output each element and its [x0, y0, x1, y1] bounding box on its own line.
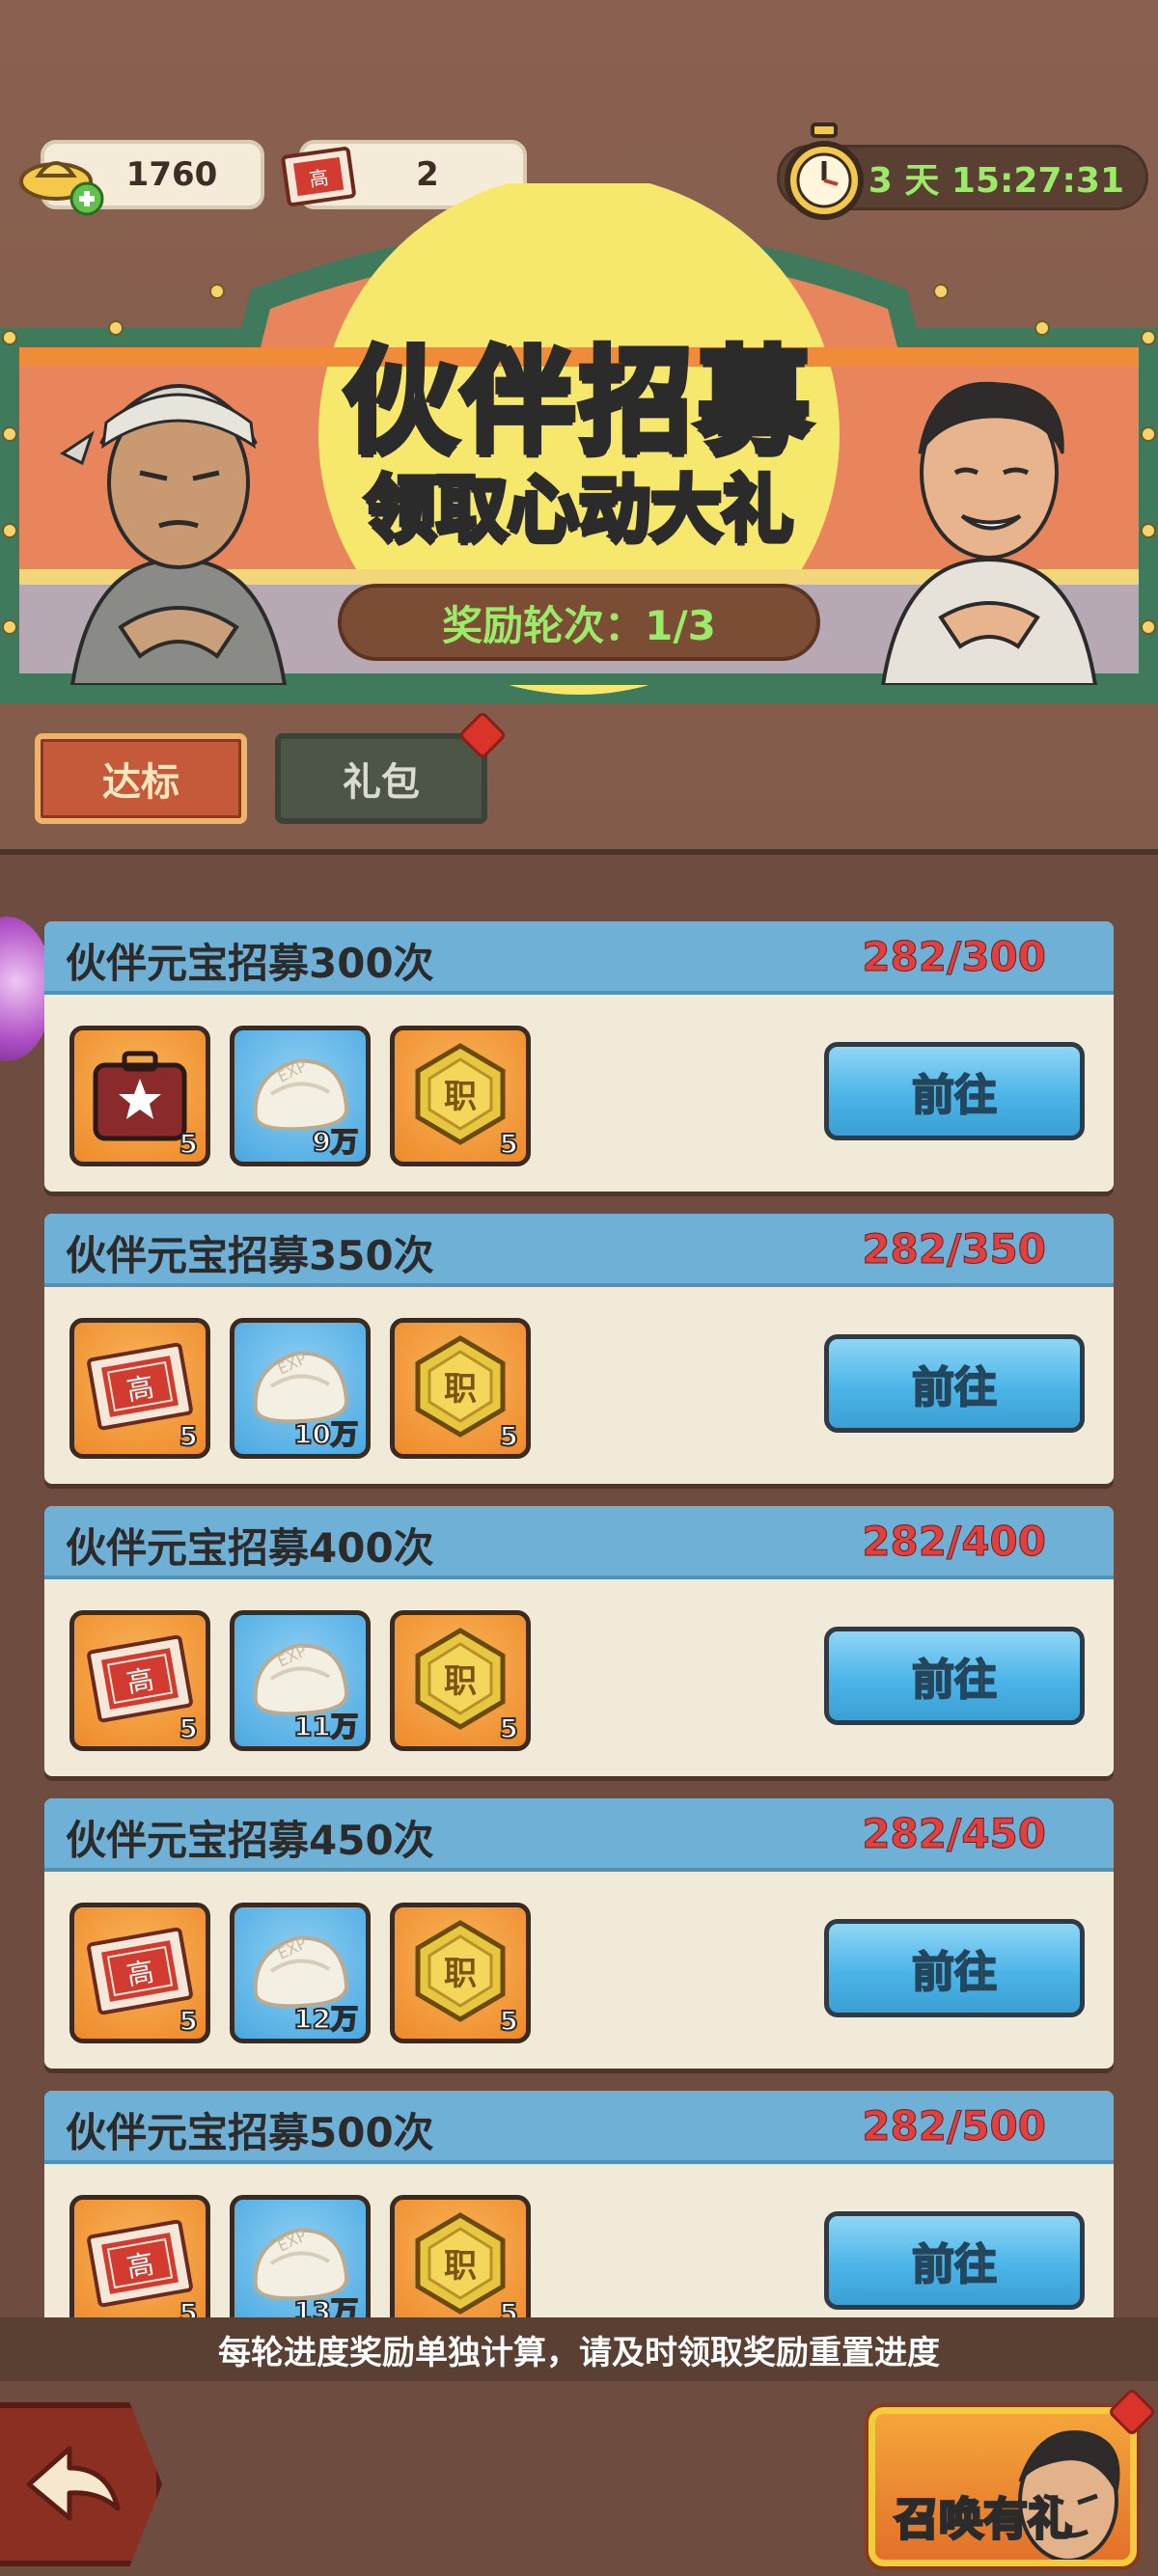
- task-card-header: 伙伴元宝招募500次 282/500: [44, 2091, 1114, 2164]
- reward-round-indicator: 奖励轮次：1/3: [338, 584, 820, 661]
- svg-text:职: 职: [444, 2247, 477, 2286]
- task-progress: 282/400: [862, 1518, 1047, 1566]
- reward-count: 5: [498, 1419, 519, 1453]
- task-progress: 282/500: [862, 2102, 1047, 2151]
- reward-item[interactable]: 高5: [69, 1318, 210, 1459]
- reward-item[interactable]: 职5: [390, 1026, 531, 1166]
- task-card-header: 伙伴元宝招募350次 282/350: [44, 1214, 1114, 1287]
- tab-milestones[interactable]: 达标: [35, 733, 247, 824]
- task-progress: 282/450: [862, 1810, 1047, 1858]
- progress-reset-note: 每轮进度奖励单独计算，请及时领取奖励重置进度: [0, 2317, 1158, 2381]
- task-card: 伙伴元宝招募300次 282/300 5 EXP 9万职 5 前往: [44, 921, 1114, 1192]
- reward-count: 11万: [292, 1710, 359, 1743]
- task-title: 伙伴元宝招募350次: [66, 1232, 434, 1279]
- svg-text:职: 职: [444, 1370, 477, 1409]
- reward-item[interactable]: 职5: [390, 1903, 531, 2043]
- go-button[interactable]: 前往: [824, 1919, 1085, 2017]
- svg-text:高: 高: [124, 2248, 156, 2284]
- svg-text:职: 职: [444, 1078, 477, 1116]
- reward-count: 5: [498, 2004, 519, 2038]
- event-banner: 伙伴招募 领取心动大礼 奖励轮次：1/3: [0, 183, 1158, 704]
- reward-count: 5: [178, 1419, 199, 1453]
- reward-count: 5: [178, 1712, 199, 1745]
- reward-item[interactable]: 5: [69, 1026, 210, 1166]
- task-progress: 282/300: [862, 933, 1047, 981]
- reward-count: 9万: [312, 1125, 360, 1159]
- reward-item[interactable]: EXP 10万: [230, 1318, 371, 1459]
- event-title: 伙伴招募: [341, 332, 814, 471]
- svg-text:职: 职: [444, 1955, 477, 1993]
- svg-text:职: 职: [444, 1662, 477, 1701]
- go-button[interactable]: 前往: [824, 1334, 1085, 1433]
- task-card-header: 伙伴元宝招募450次 282/450: [44, 1798, 1114, 1872]
- tab-gift-pack[interactable]: 礼包: [275, 733, 487, 824]
- reward-item[interactable]: 职5: [390, 1318, 531, 1459]
- task-title: 伙伴元宝招募500次: [66, 2109, 434, 2156]
- task-progress: 282/350: [862, 1225, 1047, 1274]
- reward-count: 5: [178, 1127, 199, 1161]
- reward-item[interactable]: 高5: [69, 2195, 210, 2336]
- task-card: 伙伴元宝招募450次 282/450 高 5 EXP 12万职 5 前往: [44, 1798, 1114, 2069]
- reward-item[interactable]: EXP 13万: [230, 2195, 371, 2336]
- tab-gift-pack-label: 礼包: [343, 760, 420, 805]
- reward-item[interactable]: 职5: [390, 1610, 531, 1751]
- task-card-header: 伙伴元宝招募400次 282/400: [44, 1506, 1114, 1579]
- go-button[interactable]: 前往: [824, 2211, 1085, 2310]
- tab-milestones-label: 达标: [102, 760, 179, 805]
- svg-text:高: 高: [124, 1956, 156, 1991]
- task-card-header: 伙伴元宝招募300次 282/300: [44, 921, 1114, 995]
- reward-count: 12万: [292, 2002, 359, 2036]
- task-title: 伙伴元宝招募400次: [66, 1524, 434, 1572]
- back-arrow-icon[interactable]: [21, 2441, 127, 2528]
- reward-count: 5: [498, 1712, 519, 1745]
- reward-item[interactable]: 高5: [69, 1903, 210, 2043]
- task-title: 伙伴元宝招募300次: [66, 940, 434, 987]
- reward-item[interactable]: EXP 11万: [230, 1610, 371, 1751]
- event-subtitle: 领取心动大礼: [363, 466, 796, 554]
- reward-item[interactable]: 高5: [69, 1610, 210, 1751]
- svg-text:高: 高: [124, 1663, 156, 1699]
- svg-text:高: 高: [124, 1371, 156, 1407]
- partner-recruit-event-screen: 1760 2 高 3 天 15:27:31 伙伴招募 领取心动大礼 奖励轮次：1…: [0, 0, 1158, 2576]
- go-button[interactable]: 前往: [824, 1627, 1085, 1725]
- reward-item[interactable]: EXP 12万: [230, 1903, 371, 2043]
- task-card: 伙伴元宝招募350次 282/350 高 5 EXP 10万职 5 前往: [44, 1214, 1114, 1484]
- reward-count: 10万: [292, 1417, 359, 1451]
- reward-count: 5: [178, 2004, 199, 2038]
- task-card: 伙伴元宝招募400次 282/400 高 5 EXP 11万职 5 前往: [44, 1506, 1114, 1776]
- reward-item[interactable]: EXP 9万: [230, 1026, 371, 1166]
- reward-count: 5: [498, 1127, 519, 1161]
- summon-gift-label: 召唤有礼: [894, 2492, 1074, 2547]
- summon-gift-button[interactable]: 召唤有礼: [868, 2407, 1137, 2566]
- go-button[interactable]: 前往: [824, 1042, 1085, 1140]
- task-title: 伙伴元宝招募450次: [66, 1817, 434, 1864]
- reward-item[interactable]: 职5: [390, 2195, 531, 2336]
